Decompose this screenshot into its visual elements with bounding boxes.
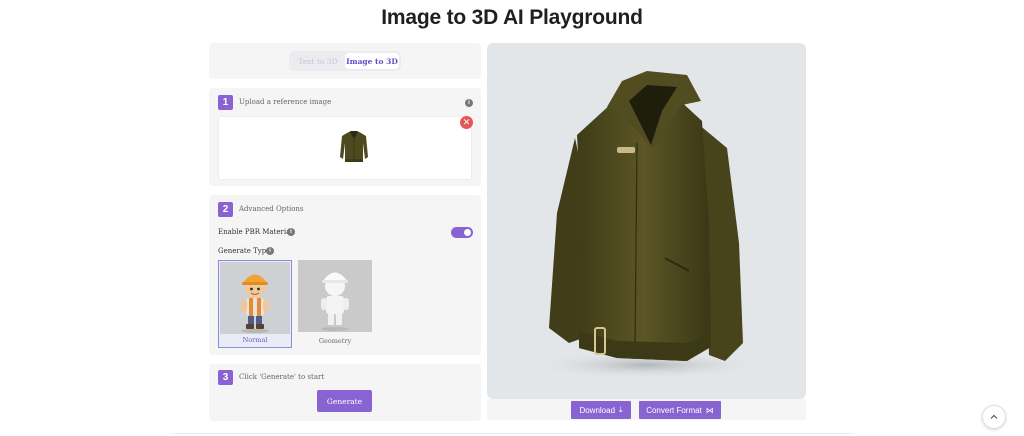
advanced-options-section: 2 Advanced Options Enable PBR Material i… — [209, 195, 481, 355]
divider — [173, 433, 853, 434]
download-button[interactable]: Download ⤓ — [571, 401, 631, 419]
scroll-to-top-button[interactable] — [982, 405, 1006, 429]
left-panel: Text to 3D Image to 3D 1 Upload a refere… — [209, 43, 481, 421]
pbr-material-label: Enable PBR Material — [218, 228, 293, 236]
step-2-badge: 2 — [218, 202, 233, 217]
tab-text-to-3d[interactable]: Text to 3D — [291, 53, 345, 69]
generate-type-info-icon[interactable]: i — [266, 247, 274, 255]
convert-icon: ⋈ — [705, 405, 714, 415]
convert-format-button[interactable]: Convert Format ⋈ — [639, 401, 721, 419]
mode-tabs-container: Text to 3D Image to 3D — [209, 43, 481, 79]
convert-label: Convert Format — [646, 405, 702, 415]
mode-tabs: Text to 3D Image to 3D — [289, 51, 401, 71]
chevron-up-icon — [990, 414, 998, 419]
step-2-label: Advanced Options — [239, 205, 304, 213]
model-viewer[interactable] — [487, 43, 806, 399]
worker-figure-icon — [241, 274, 269, 333]
uploaded-jacket-thumbnail — [340, 131, 368, 162]
close-icon: ✕ — [462, 117, 471, 127]
step-3-badge: 3 — [218, 370, 233, 385]
pbr-info-icon[interactable]: i — [287, 228, 295, 236]
upload-dropzone[interactable] — [218, 116, 472, 180]
geometry-figure-icon — [321, 272, 349, 331]
generate-type-geometry[interactable]: Geometry — [298, 260, 372, 348]
step-1-label: Upload a reference image — [239, 98, 332, 106]
step-3-label: Click 'Generate' to start — [239, 373, 325, 381]
download-label: Download — [579, 405, 616, 415]
step-1-badge: 1 — [218, 95, 233, 110]
normal-caption: Normal — [242, 336, 268, 344]
jacket-3d-model[interactable] — [487, 43, 806, 399]
generate-button[interactable]: Generate — [317, 390, 372, 412]
generate-type-normal[interactable]: Normal — [218, 260, 292, 348]
info-icon[interactable]: i — [465, 99, 473, 107]
geometry-caption: Geometry — [318, 337, 352, 345]
download-icon: ⤓ — [619, 405, 623, 414]
upload-section: 1 Upload a reference image i ✕ — [209, 88, 481, 186]
generate-type-label: Generate Type — [218, 247, 271, 255]
generate-section: 3 Click 'Generate' to start Generate — [209, 364, 481, 421]
geometry-preview — [298, 260, 372, 332]
normal-preview — [220, 262, 290, 334]
page: Image to 3D AI Playground Text to 3D Ima… — [0, 0, 1024, 436]
page-title: Image to 3D AI Playground — [381, 6, 643, 29]
pbr-material-toggle[interactable] — [451, 227, 473, 238]
tab-image-to-3d[interactable]: Image to 3D — [345, 53, 399, 69]
remove-image-button[interactable]: ✕ — [460, 116, 473, 129]
